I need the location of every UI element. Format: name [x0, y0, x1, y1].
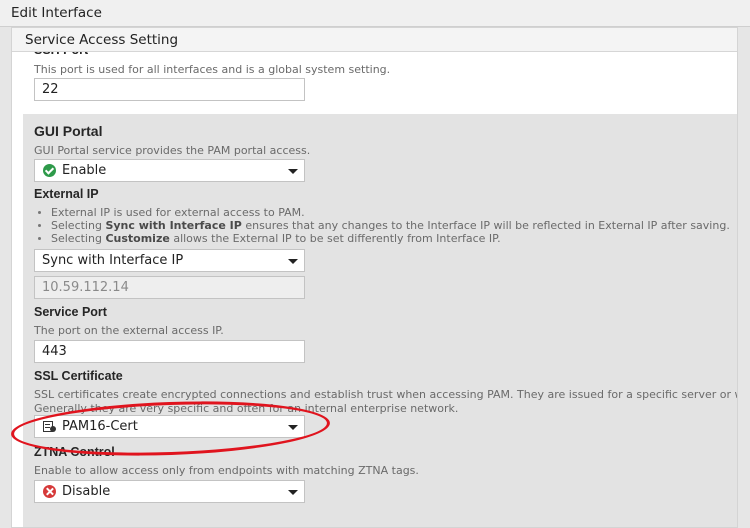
window-titlebar: Edit Interface — [0, 0, 750, 27]
chevron-down-icon — [288, 490, 298, 495]
ssl-certificate-help-2: Generally they are very specific and oft… — [34, 402, 459, 415]
external-ip-help-item: External IP is used for external access … — [34, 206, 730, 219]
service-access-panel: Service Access Setting SSH Port This por… — [11, 27, 738, 528]
ztna-control-help: Enable to allow access only from endpoin… — [34, 464, 419, 477]
gui-portal-select[interactable]: Enable — [34, 159, 305, 182]
gui-portal-label: GUI Portal — [34, 123, 103, 139]
ztna-control-select[interactable]: Disable — [34, 480, 305, 503]
gui-portal-section: GUI Portal GUI Portal service provides t… — [23, 114, 738, 527]
ssl-certificate-select[interactable]: PAM16-Cert — [34, 415, 305, 438]
service-port-help: The port on the external access IP. — [34, 324, 224, 337]
gui-portal-help: GUI Portal service provides the PAM port… — [34, 144, 311, 157]
x-circle-icon — [43, 485, 56, 498]
ssl-certificate-value: PAM16-Cert — [62, 419, 138, 434]
ztna-control-label: ZTNA Control — [34, 445, 115, 459]
panel-title: Service Access Setting — [25, 32, 179, 48]
service-port-input[interactable]: 443 — [34, 340, 305, 363]
ssh-port-input[interactable]: 22 — [34, 78, 305, 101]
external-ip-help-list: External IP is used for external access … — [34, 206, 730, 245]
external-ip-help-item: Selecting Customize allows the External … — [34, 232, 730, 245]
ztna-control-value: Disable — [62, 484, 111, 499]
external-ip-mode-select[interactable]: Sync with Interface IP — [34, 249, 305, 272]
check-circle-icon — [43, 164, 56, 177]
panel-header[interactable]: Service Access Setting — [12, 28, 737, 52]
service-port-label: Service Port — [34, 305, 107, 319]
gui-portal-value: Enable — [62, 163, 107, 178]
ssh-port-help: This port is used for all interfaces and… — [34, 63, 391, 76]
external-ip-label: External IP — [34, 187, 99, 201]
window-title: Edit Interface — [11, 5, 102, 21]
external-ip-input: 10.59.112.14 — [34, 276, 305, 299]
chevron-down-icon — [288, 425, 298, 430]
chevron-down-icon — [288, 259, 298, 264]
external-ip-help-item: Selecting Sync with Interface IP ensures… — [34, 219, 730, 232]
ssl-certificate-label: SSL Certificate — [34, 369, 123, 383]
external-ip-mode-value: Sync with Interface IP — [42, 253, 184, 268]
certificate-icon — [43, 420, 56, 433]
chevron-down-icon — [288, 169, 298, 174]
ssl-certificate-help: SSL certificates create encrypted connec… — [34, 388, 738, 401]
